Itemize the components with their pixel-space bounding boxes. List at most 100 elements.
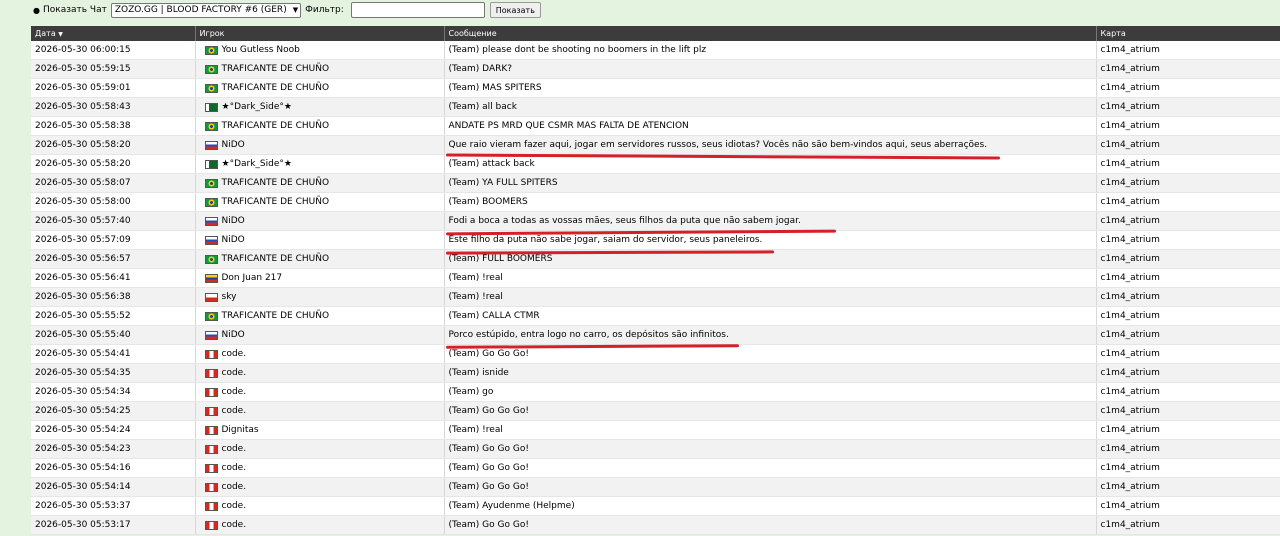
table-row: 2026-05-30 05:59:01 TRAFICANTE DE CHUÑO (T… [31, 78, 1280, 98]
cell-map: c1m4_atrium [1095, 325, 1280, 345]
cell-message: (Team) CALLA CTMR [443, 306, 1096, 326]
country-flag-icon [204, 482, 218, 492]
country-flag-icon [204, 254, 218, 264]
player-name-link[interactable]: NiDO [222, 216, 245, 226]
player-name-link[interactable]: Dignitas [222, 425, 259, 435]
table-body: 2026-05-30 06:00:15 You Gutless Noob (Team… [31, 41, 1280, 535]
cell-map: c1m4_atrium [1095, 230, 1280, 250]
show-chat-label: Показать Чат [42, 5, 107, 15]
server-select[interactable]: ZOZO.GG | BLOOD FACTORY #6 (GER) ▼ [110, 2, 302, 18]
cell-player: ★°Dark_Side°★ [194, 97, 444, 117]
player-name-link[interactable]: code. [222, 501, 247, 511]
table-row: 2026-05-30 05:53:37 code. (Team) Ayudenme … [31, 496, 1280, 516]
cell-date: 2026-05-30 05:54:23 [31, 439, 195, 459]
column-header-map[interactable]: Карта [1095, 26, 1280, 41]
cell-message: (Team) Go Go Go! [443, 401, 1096, 421]
cell-player: TRAFICANTE DE CHUÑO [194, 249, 444, 269]
player-name-link[interactable]: TRAFICANTE DE CHUÑO [222, 254, 330, 264]
cell-player: sky [194, 287, 444, 307]
country-flag-icon [204, 292, 218, 302]
cell-date: 2026-05-30 05:55:52 [31, 306, 195, 326]
cell-player: TRAFICANTE DE CHUÑO [194, 192, 444, 212]
country-flag-icon [204, 235, 218, 245]
column-header-player[interactable]: Игрок [194, 26, 444, 41]
player-name-link[interactable]: ★°Dark_Side°★ [222, 159, 292, 169]
cell-message: (Team) Go Go Go! [443, 515, 1096, 535]
player-name-link[interactable]: TRAFICANTE DE CHUÑO [222, 64, 330, 74]
country-flag-icon [204, 273, 218, 283]
player-name-link[interactable]: code. [222, 520, 247, 530]
player-name-link[interactable]: You Gutless Noob [222, 45, 300, 55]
cell-player: code. [194, 401, 444, 421]
cell-map: c1m4_atrium [1095, 78, 1280, 98]
player-name-link[interactable]: TRAFICANTE DE CHUÑO [222, 178, 330, 188]
cell-map: c1m4_atrium [1095, 211, 1280, 231]
country-flag-icon [204, 463, 218, 473]
cell-date: 2026-05-30 05:58:00 [31, 192, 195, 212]
cell-map: c1m4_atrium [1095, 59, 1280, 79]
country-flag-icon [204, 520, 218, 530]
player-name-link[interactable]: code. [222, 463, 247, 473]
table-row: 2026-05-30 05:57:40 NiDO Fodi a boca a tod… [31, 211, 1280, 231]
table-row: 2026-05-30 05:54:24 Dignitas (Team) !real c… [31, 420, 1280, 440]
cell-message: (Team) Go Go Go! [443, 477, 1096, 497]
cell-date: 2026-05-30 05:54:34 [31, 382, 195, 402]
cell-date: 2026-05-30 05:59:01 [31, 78, 195, 98]
cell-player: TRAFICANTE DE CHUÑO [194, 59, 444, 79]
player-name-link[interactable]: sky [222, 292, 237, 302]
player-name-link[interactable]: code. [222, 368, 247, 378]
player-name-link[interactable]: NiDO [222, 330, 245, 340]
player-name-link[interactable]: TRAFICANTE DE CHUÑO [222, 121, 330, 131]
player-name-link[interactable]: code. [222, 482, 247, 492]
player-name-link[interactable]: TRAFICANTE DE CHUÑO [222, 197, 330, 207]
cell-message: (Team) YA FULL SPITERS [443, 173, 1096, 193]
player-name-link[interactable]: NiDO [222, 235, 245, 245]
column-header-date[interactable]: Дата ▼ [31, 26, 195, 41]
player-name-link[interactable]: code. [222, 444, 247, 454]
sort-desc-icon: ▼ [58, 31, 63, 38]
country-flag-icon [204, 368, 218, 378]
cell-date: 2026-05-30 05:54:16 [31, 458, 195, 478]
filter-input[interactable] [350, 2, 485, 18]
cell-message: (Team) MAS SPITERS [443, 78, 1096, 98]
cell-message: (Team) go [443, 382, 1096, 402]
cell-map: c1m4_atrium [1095, 154, 1280, 174]
cell-map: c1m4_atrium [1095, 401, 1280, 421]
chevron-down-icon: ▼ [292, 6, 299, 14]
player-name-link[interactable]: NiDO [222, 140, 245, 150]
cell-date: 2026-05-30 05:53:37 [31, 496, 195, 516]
cell-map: c1m4_atrium [1095, 439, 1280, 459]
country-flag-icon [204, 64, 218, 74]
country-flag-icon [204, 444, 218, 454]
column-header-message[interactable]: Сообщение [443, 26, 1096, 41]
table-row: 2026-05-30 05:55:40 NiDO Porco estúpido, e… [31, 325, 1280, 345]
cell-message: Porco estúpido, entra logo no carro, os … [443, 325, 1096, 345]
player-name-link[interactable]: code. [222, 406, 247, 416]
cell-map: c1m4_atrium [1095, 420, 1280, 440]
cell-message: Que raio vieram fazer aqui, jogar em ser… [443, 135, 1096, 155]
table-row: 2026-05-30 05:54:25 code. (Team) Go Go Go!… [31, 401, 1280, 421]
cell-player: NiDO [194, 325, 444, 345]
cell-player: code. [194, 477, 444, 497]
show-button[interactable]: Показать [489, 2, 541, 18]
country-flag-icon [204, 406, 218, 416]
player-name-link[interactable]: ★°Dark_Side°★ [222, 102, 292, 112]
cell-date: 2026-05-30 05:58:20 [31, 135, 195, 155]
cell-message: Fodi a boca a todas as vossas mães, seus… [443, 211, 1096, 231]
cell-map: c1m4_atrium [1095, 306, 1280, 326]
cell-date: 2026-05-30 05:58:07 [31, 173, 195, 193]
player-name-link[interactable]: TRAFICANTE DE CHUÑO [222, 311, 330, 321]
player-name-link[interactable]: TRAFICANTE DE CHUÑO [222, 83, 330, 93]
player-name-link[interactable]: code. [222, 349, 247, 359]
cell-date: 2026-05-30 05:55:40 [31, 325, 195, 345]
cell-message: (Team) !real [443, 287, 1096, 307]
cell-player: code. [194, 496, 444, 516]
cell-player: Dignitas [194, 420, 444, 440]
cell-player: code. [194, 458, 444, 478]
cell-date: 2026-05-30 05:58:43 [31, 97, 195, 117]
cell-date: 2026-05-30 05:56:41 [31, 268, 195, 288]
cell-map: c1m4_atrium [1095, 287, 1280, 307]
player-name-link[interactable]: code. [222, 387, 247, 397]
player-name-link[interactable]: Don Juan 217 [222, 273, 283, 283]
cell-map: c1m4_atrium [1095, 363, 1280, 383]
